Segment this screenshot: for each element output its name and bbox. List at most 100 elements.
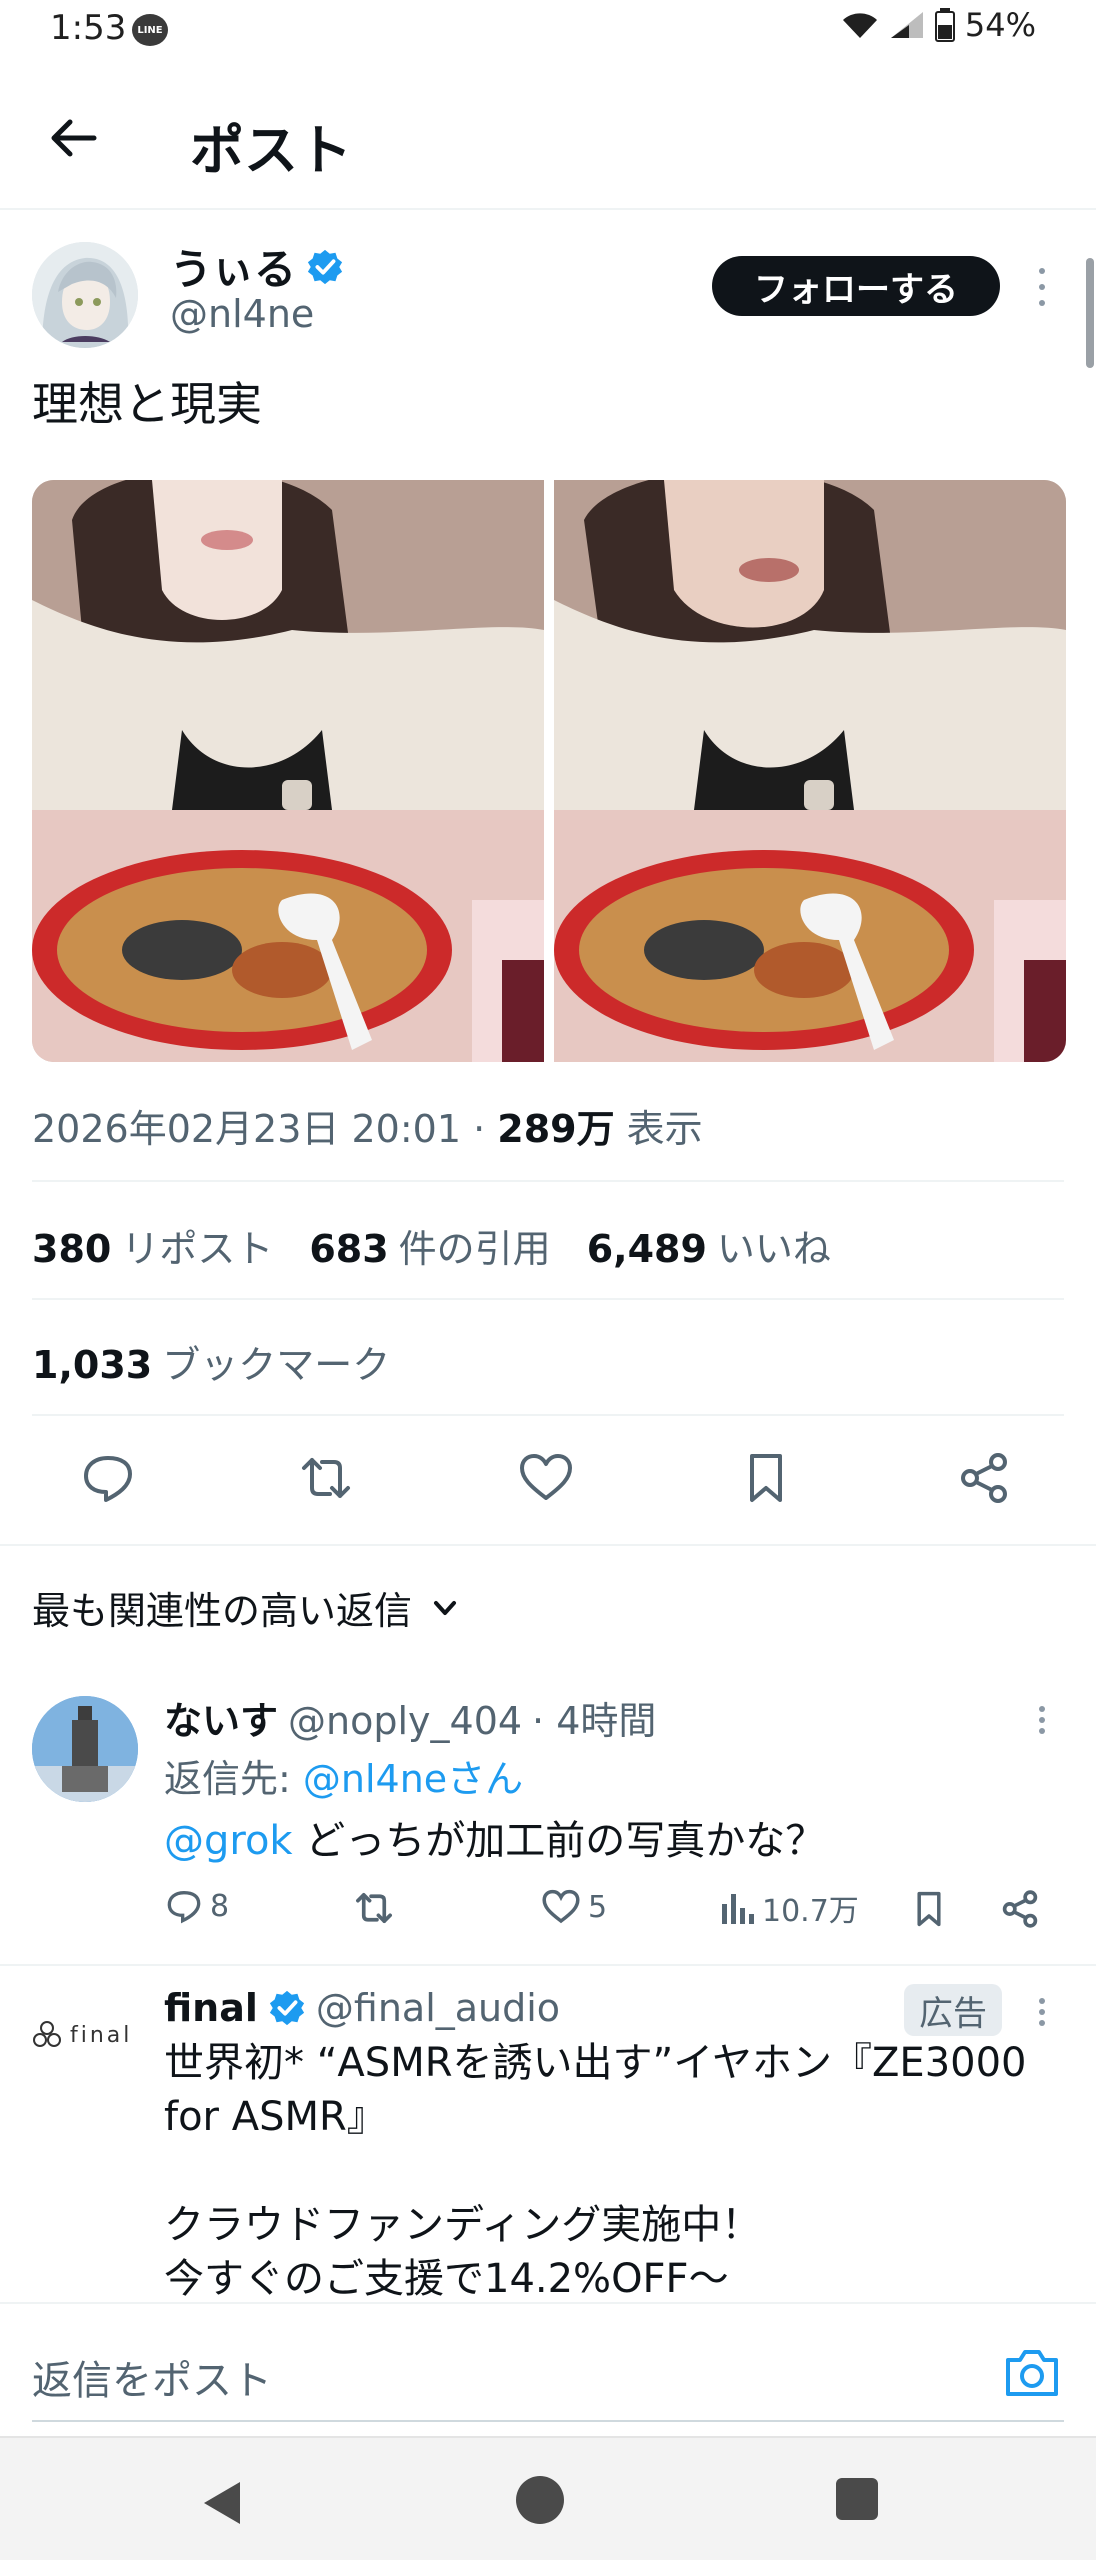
reply-views-button[interactable]: 10.7万 [720,1886,859,1930]
views-count: 289万 [497,1107,615,1151]
reply-body: どっちが加工前の写真かな？ [292,1818,826,1864]
share-icon[interactable] [954,1448,1014,1508]
battery-icon [934,8,955,42]
line-notification-icon: LINE [132,14,168,46]
bookmarks-stat[interactable]: 1,033 ブックマーク [32,1334,390,1389]
nav-home-circle-icon[interactable] [516,2476,564,2524]
reply-time: · 4時間 [532,1699,657,1743]
bookmarks-count: 1,033 [32,1343,153,1387]
repost-icon [356,1892,392,1924]
reply-to-prefix: 返信先: [164,1757,303,1801]
bookmarks-label: ブックマーク [162,1343,391,1387]
ad-header: final @final_audio [164,1986,560,2030]
reply-text: @grok どっちが加工前の写真かな？ [164,1808,825,1866]
reply-icon [167,1890,201,1924]
quotes-count: 683 [309,1227,389,1271]
final-logo-mark-icon [33,2021,61,2047]
reposts-stat[interactable]: 380 リポスト [32,1218,273,1273]
post-action-bar [0,1448,1096,1518]
repost-icon[interactable] [296,1448,356,1508]
share-icon[interactable] [998,1886,1042,1932]
ad-more-icon[interactable] [1030,1992,1054,2032]
analytics-bars-icon [722,1894,754,1924]
reposts-count: 380 [32,1227,112,1271]
status-time: 1:53 [50,8,127,48]
author-name-row[interactable]: うぃる [170,236,344,297]
top-app-bar: ポスト [0,60,1096,210]
views-label: 表示 [614,1107,703,1151]
reply-reply-button[interactable]: 8 [164,1886,229,1926]
more-options-icon[interactable] [1030,262,1054,312]
quotes-label: 件の引用 [398,1227,551,1271]
ad-logo-text: final [70,2022,133,2048]
follow-button[interactable]: フォローする [712,256,1000,316]
verified-badge-icon [269,1990,304,2026]
nav-recents-square-icon[interactable] [836,2478,878,2520]
camera-icon[interactable] [1002,2344,1062,2400]
wifi-icon [842,13,877,38]
ad-author-name[interactable]: final [164,1986,258,2030]
chevron-down-icon [434,1600,457,1615]
reply-to-handle[interactable]: @nl4neさん [303,1757,523,1801]
verified-badge-icon [307,249,343,284]
ad-brand-logo[interactable]: final [32,2020,132,2050]
reply-to-line: 返信先: @nl4neさん [164,1748,523,1803]
replies-sort-dropdown[interactable]: 最も関連性の高い返信 [32,1580,460,1635]
post-timestamp-views: 2026年02月23日 20:01 · 289万 表示 [32,1098,703,1153]
reply-like-count: 5 [588,1889,608,1925]
likes-count: 6,489 [586,1227,707,1271]
engagement-stats: 380 リポスト 683 件の引用 6,489 いいね [32,1218,831,1273]
bookmark-icon[interactable] [908,1886,950,1932]
reply-author-name[interactable]: ないす [164,1690,278,1745]
post-image-1[interactable] [32,480,544,1062]
reply-icon[interactable] [78,1448,138,1508]
reply-view-count: 10.7万 [762,1894,859,1929]
ad-badge: 広告 [904,1984,1002,2036]
photo-ideal [32,480,544,1062]
ad-author-handle[interactable]: @final_audio [316,1986,560,2030]
divider [32,1414,1064,1416]
scrollbar[interactable] [1086,258,1094,368]
composer-underline [32,2420,1064,2422]
replies-sort-label: 最も関連性の高い返信 [32,1589,413,1633]
reply-composer: 返信をポスト [0,2302,1096,2436]
like-heart-icon [542,1889,580,1924]
photo-reality [554,480,1066,1062]
reply-author-avatar[interactable] [32,1696,138,1802]
reply-mention[interactable]: @grok [164,1818,293,1864]
author-handle[interactable]: @nl4ne [170,292,314,336]
post-timestamp: 2026年02月23日 20:01 · [32,1107,498,1151]
status-indicators: 54% [841,6,1036,44]
likes-label: いいね [716,1227,831,1271]
reply-header: ないす @noply_404 · 4時間 [164,1690,656,1745]
battery-percent: 54% [964,6,1036,44]
signal-icon [890,12,923,38]
post-image-2[interactable] [554,480,1066,1062]
section-divider [0,1964,1096,1966]
system-navigation-bar [0,2436,1096,2560]
divider [32,1180,1064,1182]
status-bar: 1:53 LINE 54% [0,0,1096,60]
likes-stat[interactable]: 6,489 いいね [587,1218,831,1273]
reply-count: 8 [210,1888,230,1924]
reply-more-icon[interactable] [1030,1700,1054,1740]
reply-like-button[interactable]: 5 [540,1886,607,1928]
back-arrow-icon[interactable] [46,110,102,166]
avatar-illustration [32,242,138,348]
reply-input[interactable]: 返信をポスト [32,2348,272,2406]
ad-body-text: 世界初* “ASMRを誘い出す”イヤホン『ZE3000 for ASMR』 クラ… [164,2040,1027,2302]
author-name[interactable]: うぃる [170,236,296,297]
nav-back-triangle-icon[interactable] [196,2476,250,2530]
reply-action-bar: 8 5 10.7万 [164,1886,1064,1936]
page-title: ポスト [190,119,352,182]
reply-author-handle[interactable]: @noply_404 [288,1699,522,1743]
divider [32,1298,1064,1300]
like-heart-icon[interactable] [516,1448,576,1508]
author-avatar[interactable] [32,242,138,348]
post-text: 理想と現実 [32,377,262,431]
statue-avatar-image [32,1696,138,1802]
bookmark-icon[interactable] [736,1448,796,1508]
reply-repost-button[interactable] [352,1886,396,1930]
reposts-label: リポスト [121,1227,274,1271]
quotes-stat[interactable]: 683 件の引用 [309,1218,550,1273]
